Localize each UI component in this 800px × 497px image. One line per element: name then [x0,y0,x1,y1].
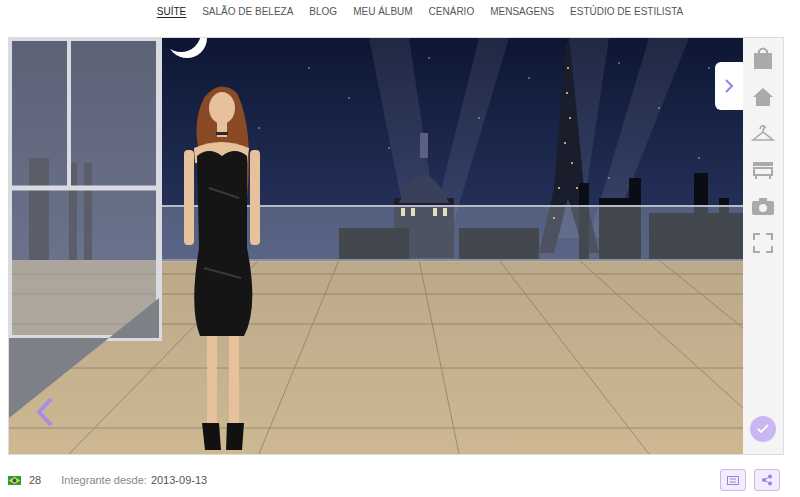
nav-item[interactable]: SALÃO DE BELEZA [202,4,293,19]
share-icon [761,474,773,486]
hanger-icon[interactable] [751,124,775,144]
camera-icon[interactable] [751,196,775,216]
brazil-flag-icon [8,476,21,485]
profile-bar: 28 Integrante desde: 2013-09-13 [0,469,800,491]
suite-frame [8,37,784,455]
next-tab[interactable] [715,62,743,110]
nav-item[interactable]: BLOG [309,4,337,19]
nav-item[interactable]: ESTÚDIO DE ESTILISTA [570,4,683,19]
card-icon [727,476,739,485]
check-icon [757,424,769,434]
nav-item[interactable]: CENÁRIO [429,4,475,19]
share-button[interactable] [754,469,780,491]
nav-item[interactable]: SUÍTE [157,4,186,19]
confirm-button[interactable] [750,416,776,442]
furniture-icon[interactable] [752,160,774,180]
scene [9,38,743,454]
nav-item[interactable]: MEU ÁLBUM [353,4,412,19]
home-icon[interactable] [752,86,774,108]
shopping-bag-icon[interactable] [752,46,774,70]
side-toolbar [743,38,783,454]
doll-avatar [184,87,260,450]
member-since-label: Integrante desde: [61,472,147,489]
glass-building [9,38,159,418]
age: 28 [29,472,41,489]
prev-button[interactable] [33,396,57,428]
member-since: 2013-09-13 [151,472,207,489]
card-button[interactable] [720,469,746,491]
chevron-right-icon [724,78,734,94]
chevron-left-icon [36,397,54,427]
top-nav: SUÍTE SALÃO DE BELEZA BLOG MEU ÁLBUM CENÁRIO… [0,0,800,22]
fullscreen-icon[interactable] [752,232,774,254]
suite-scene [9,38,743,454]
nav-item[interactable]: MENSAGENS [490,4,554,19]
